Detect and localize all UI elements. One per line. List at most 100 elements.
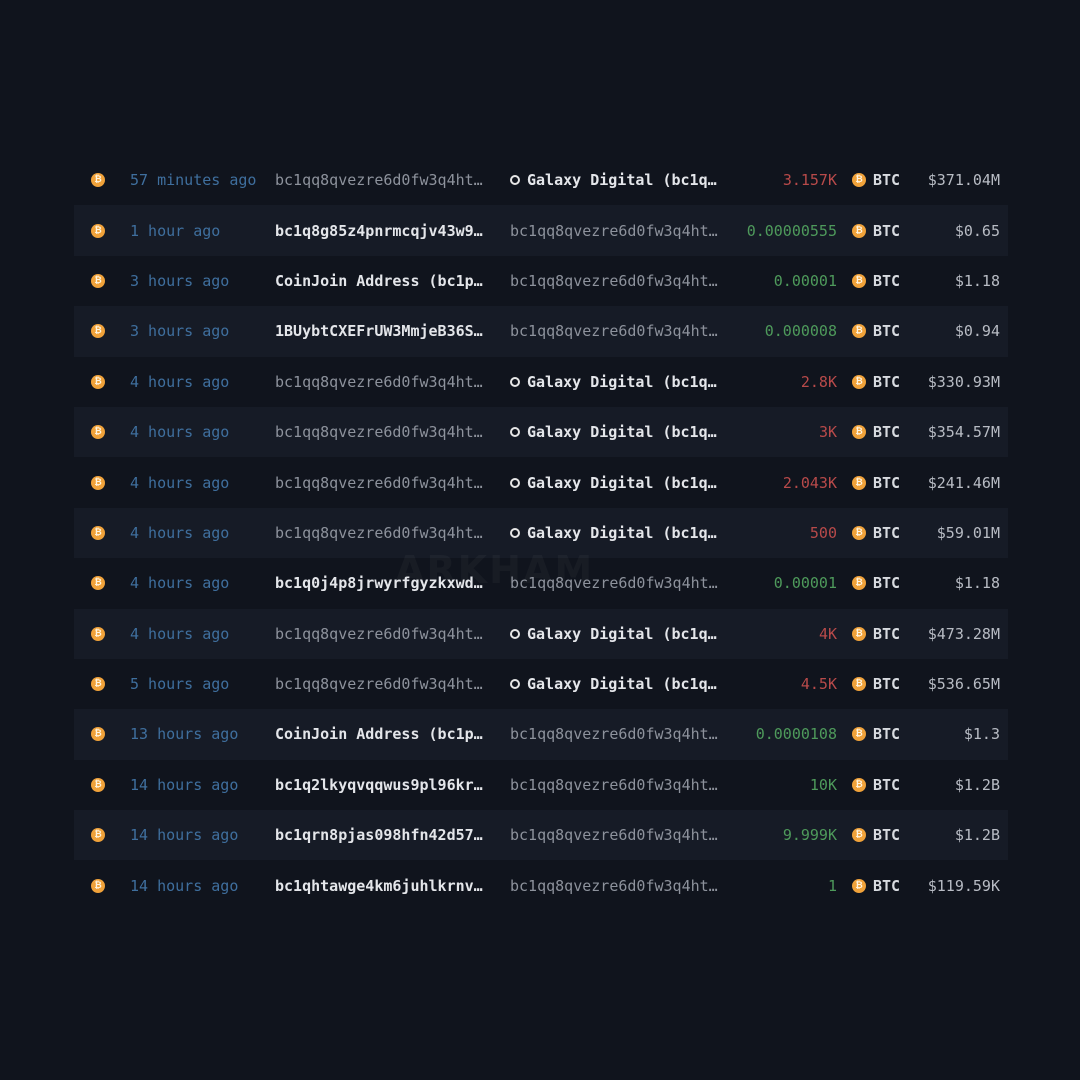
from-address-link[interactable]: bc1q0j4p8jrwyrfgyzkxwd… xyxy=(275,574,491,592)
transfer-time-link[interactable]: 3 hours ago xyxy=(130,322,229,340)
amount-value: 1 xyxy=(827,876,837,895)
transfer-time-link[interactable]: 4 hours ago xyxy=(130,625,229,643)
to-address-link[interactable]: bc1qq8qvezre6d0fw3q4ht… xyxy=(510,574,726,592)
galaxy-digital-entity-icon xyxy=(510,679,520,690)
usd-value: $1.2B xyxy=(954,775,1000,794)
amount-value: 0.00001 xyxy=(773,271,837,290)
transfer-time-link[interactable]: 4 hours ago xyxy=(130,423,229,441)
table-row[interactable]: ₿ 3 hours ago CoinJoin Address (bc1p… bc… xyxy=(74,256,1008,306)
transfer-time-link[interactable]: 14 hours ago xyxy=(130,826,238,844)
transfer-time-link[interactable]: 57 minutes ago xyxy=(130,171,256,189)
token-link[interactable]: ₿ BTC xyxy=(852,373,900,391)
bitcoin-chain-icon: ₿ xyxy=(91,324,105,339)
table-row[interactable]: ₿ 4 hours ago bc1qq8qvezre6d0fw3q4ht… Ga… xyxy=(74,406,1008,458)
to-entity-label: Galaxy Digital (bc1q… xyxy=(527,624,717,643)
transfer-time-link[interactable]: 1 hour ago xyxy=(130,222,220,240)
from-address-link[interactable]: bc1qhtawge4km6juhlkrnv… xyxy=(275,877,491,895)
transfer-time-link[interactable]: 4 hours ago xyxy=(130,574,229,592)
token-link[interactable]: ₿ BTC xyxy=(852,725,900,743)
galaxy-digital-entity-icon xyxy=(510,376,520,387)
token-link[interactable]: ₿ BTC xyxy=(852,423,900,441)
token-link[interactable]: ₿ BTC xyxy=(852,474,900,492)
to-address-link[interactable]: bc1qq8qvezre6d0fw3q4ht… xyxy=(510,877,726,895)
token-link[interactable]: ₿ BTC xyxy=(852,322,900,340)
from-address-link[interactable]: 1BUybtCXEFrUW3MmjeB36S… xyxy=(275,322,491,340)
to-entity-link[interactable]: Galaxy Digital (bc1q… xyxy=(510,524,726,542)
to-entity-label: Galaxy Digital (bc1q… xyxy=(527,372,717,391)
from-address-link[interactable]: bc1qq8qvezre6d0fw3q4ht… xyxy=(275,423,491,441)
table-row[interactable]: ₿ 14 hours ago bc1q2lkyqvqqwus9pl96kr… b… xyxy=(74,760,1008,810)
token-link[interactable]: ₿ BTC xyxy=(852,625,900,643)
token-link[interactable]: ₿ BTC xyxy=(852,222,900,240)
from-address-link[interactable]: bc1qq8qvezre6d0fw3q4ht… xyxy=(275,675,491,693)
token-link[interactable]: ₿ BTC xyxy=(852,524,900,542)
token-link[interactable]: ₿ BTC xyxy=(852,776,900,794)
transfer-time-link[interactable]: 4 hours ago xyxy=(130,373,229,391)
usd-value: $536.65M xyxy=(927,675,1000,694)
table-row[interactable]: ₿ 14 hours ago bc1qhtawge4km6juhlkrnv… b… xyxy=(74,860,1008,910)
table-row[interactable]: ₿ 4 hours ago bc1q0j4p8jrwyrfgyzkxwd… bc… xyxy=(74,558,1008,608)
from-address-link[interactable]: bc1qq8qvezre6d0fw3q4ht… xyxy=(275,524,491,542)
from-address-link[interactable]: bc1qq8qvezre6d0fw3q4ht… xyxy=(275,373,491,391)
table-row[interactable]: ₿ 14 hours ago bc1qrn8pjas098hfn42d57… b… xyxy=(74,810,1008,861)
to-address-link[interactable]: bc1qq8qvezre6d0fw3q4ht… xyxy=(510,272,726,290)
to-address-link[interactable]: bc1qq8qvezre6d0fw3q4ht… xyxy=(510,826,726,844)
bitcoin-chain-icon: ₿ xyxy=(91,576,105,591)
token-link[interactable]: ₿ BTC xyxy=(852,272,900,290)
table-row[interactable]: ₿ 4 hours ago bc1qq8qvezre6d0fw3q4ht… Ga… xyxy=(74,507,1008,559)
table-row[interactable]: ₿ 13 hours ago CoinJoin Address (bc1p… b… xyxy=(74,709,1008,760)
from-address-link[interactable]: bc1qq8qvezre6d0fw3q4ht… xyxy=(275,625,491,643)
btc-token-icon: ₿ xyxy=(852,273,866,288)
amount-value: 2.8K xyxy=(800,372,837,391)
to-address-link[interactable]: bc1qq8qvezre6d0fw3q4ht… xyxy=(510,222,726,240)
table-row[interactable]: ₿ 1 hour ago bc1q8g85z4pnrmcqjv43w9… bc1… xyxy=(74,205,1008,256)
table-row[interactable]: ₿ 4 hours ago bc1qq8qvezre6d0fw3q4ht… Ga… xyxy=(74,608,1008,659)
token-link[interactable]: ₿ BTC xyxy=(852,675,900,693)
token-link[interactable]: ₿ BTC xyxy=(852,826,900,844)
table-row[interactable]: ₿ 3 hours ago 1BUybtCXEFrUW3MmjeB36S… bc… xyxy=(74,306,1008,357)
transfer-time-link[interactable]: 3 hours ago xyxy=(130,272,229,290)
from-address-link[interactable]: bc1qq8qvezre6d0fw3q4ht… xyxy=(275,171,491,189)
to-entity-link[interactable]: Galaxy Digital (bc1q… xyxy=(510,423,726,441)
to-entity-label: Galaxy Digital (bc1q… xyxy=(527,423,717,442)
token-link[interactable]: ₿ BTC xyxy=(852,877,900,895)
transfer-time-link[interactable]: 4 hours ago xyxy=(130,474,229,492)
galaxy-digital-entity-icon xyxy=(510,477,520,488)
transfer-time-link[interactable]: 14 hours ago xyxy=(130,877,238,895)
from-address-link[interactable]: bc1q8g85z4pnrmcqjv43w9… xyxy=(275,222,491,240)
to-entity-label: Galaxy Digital (bc1q… xyxy=(527,171,717,190)
to-entity-link[interactable]: Galaxy Digital (bc1q… xyxy=(510,675,726,693)
bitcoin-chain-icon: ₿ xyxy=(91,878,105,893)
from-entity-link[interactable]: CoinJoin Address (bc1p… xyxy=(275,272,491,290)
to-address-link[interactable]: bc1qq8qvezre6d0fw3q4ht… xyxy=(510,322,726,340)
amount-value: 0.00001 xyxy=(773,574,837,593)
bitcoin-chain-icon: ₿ xyxy=(91,173,105,188)
btc-token-icon: ₿ xyxy=(852,425,866,440)
transfer-time-link[interactable]: 13 hours ago xyxy=(130,725,238,743)
table-row[interactable]: ₿ 4 hours ago bc1qq8qvezre6d0fw3q4ht… Ga… xyxy=(74,457,1008,507)
to-entity-link[interactable]: Galaxy Digital (bc1q… xyxy=(510,474,726,492)
token-symbol: BTC xyxy=(873,775,901,794)
to-address-link[interactable]: bc1qq8qvezre6d0fw3q4ht… xyxy=(510,725,726,743)
to-entity-link[interactable]: Galaxy Digital (bc1q… xyxy=(510,373,726,391)
table-row[interactable]: ₿ 4 hours ago bc1qq8qvezre6d0fw3q4ht… Ga… xyxy=(74,357,1008,407)
from-address-link[interactable]: bc1qrn8pjas098hfn42d57… xyxy=(275,826,491,844)
to-entity-link[interactable]: Galaxy Digital (bc1q… xyxy=(510,171,726,189)
table-row[interactable]: ₿ 5 hours ago bc1qq8qvezre6d0fw3q4ht… Ga… xyxy=(74,659,1008,709)
from-address-link[interactable]: bc1qq8qvezre6d0fw3q4ht… xyxy=(275,474,491,492)
transfer-time-link[interactable]: 4 hours ago xyxy=(130,524,229,542)
to-address-link[interactable]: bc1qq8qvezre6d0fw3q4ht… xyxy=(510,776,726,794)
token-link[interactable]: ₿ BTC xyxy=(852,171,900,189)
amount-value: 4.5K xyxy=(800,675,837,694)
from-entity-link[interactable]: CoinJoin Address (bc1p… xyxy=(275,725,491,743)
usd-value: $473.28M xyxy=(927,624,1000,643)
token-link[interactable]: ₿ BTC xyxy=(852,574,900,592)
token-symbol: BTC xyxy=(873,322,901,341)
to-entity-link[interactable]: Galaxy Digital (bc1q… xyxy=(510,625,726,643)
from-address-link[interactable]: bc1q2lkyqvqqwus9pl96kr… xyxy=(275,776,491,794)
usd-value: $1.2B xyxy=(954,826,1000,845)
table-row[interactable]: ₿ 57 minutes ago bc1qq8qvezre6d0fw3q4ht…… xyxy=(74,155,1008,205)
usd-value: $0.65 xyxy=(954,221,1000,240)
transfer-time-link[interactable]: 14 hours ago xyxy=(130,776,238,794)
transfer-time-link[interactable]: 5 hours ago xyxy=(130,675,229,693)
